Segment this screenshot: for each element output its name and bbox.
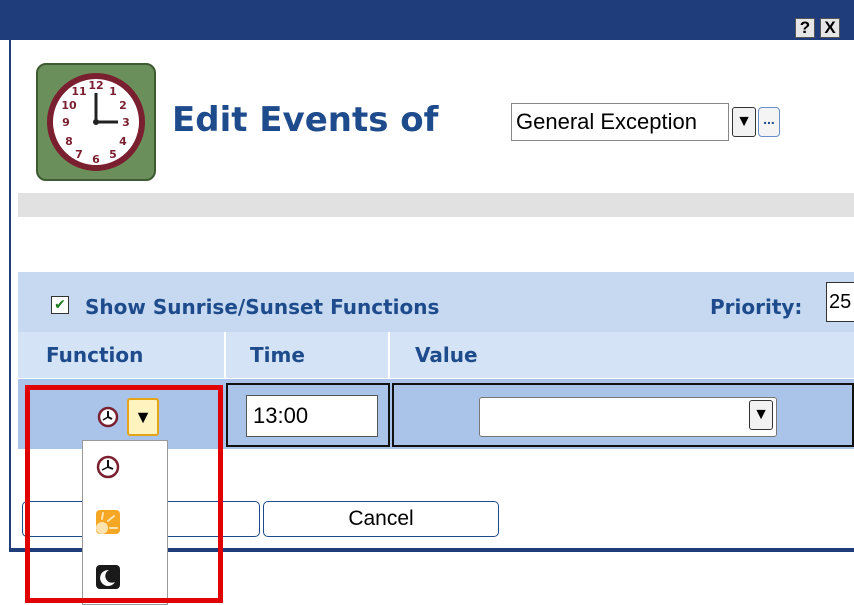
svg-text:7: 7 bbox=[75, 148, 83, 161]
toolbar-strip bbox=[18, 193, 854, 217]
svg-text:5: 5 bbox=[109, 148, 117, 161]
chevron-down-icon: ▼ bbox=[753, 406, 769, 423]
svg-text:2: 2 bbox=[119, 99, 127, 112]
column-divider bbox=[388, 332, 390, 378]
show-sun-functions-label[interactable]: Show Sunrise/Sunset Functions bbox=[85, 295, 439, 319]
svg-text:10: 10 bbox=[61, 99, 77, 112]
chevron-down-icon: ▼ bbox=[736, 113, 752, 130]
svg-text:1: 1 bbox=[109, 85, 117, 98]
svg-text:9: 9 bbox=[62, 116, 70, 129]
calendar-select[interactable]: General Exception bbox=[511, 103, 729, 141]
svg-text:4: 4 bbox=[119, 135, 127, 148]
show-sun-functions-checkbox[interactable]: ✔ bbox=[51, 296, 69, 314]
help-button[interactable]: ? bbox=[795, 18, 815, 38]
column-header-time: Time bbox=[250, 343, 305, 367]
dialog-title-bar bbox=[0, 0, 854, 40]
page-title: Edit Events of bbox=[172, 100, 439, 140]
column-header-function: Function bbox=[46, 343, 144, 367]
svg-text:12: 12 bbox=[88, 79, 103, 92]
column-header-value: Value bbox=[415, 343, 478, 367]
highlight-frame bbox=[25, 385, 223, 603]
clock-face-icon: 12 3 6 9 1 2 4 5 7 8 10 11 bbox=[47, 73, 145, 171]
value-dropdown-button[interactable]: ▼ bbox=[749, 400, 773, 430]
time-input[interactable]: 13:00 bbox=[246, 395, 378, 437]
calendar-dropdown-button[interactable]: ▼ bbox=[732, 107, 756, 137]
clock-logo: 12 3 6 9 1 2 4 5 7 8 10 11 bbox=[36, 63, 156, 181]
svg-text:3: 3 bbox=[122, 116, 130, 129]
value-select[interactable] bbox=[479, 397, 777, 437]
more-options-button[interactable]: ... bbox=[758, 107, 780, 137]
cancel-button[interactable]: Cancel bbox=[263, 501, 499, 537]
svg-text:8: 8 bbox=[65, 135, 73, 148]
priority-label: Priority: bbox=[710, 295, 803, 319]
svg-text:6: 6 bbox=[92, 153, 100, 166]
close-button[interactable]: X bbox=[820, 18, 840, 38]
priority-input[interactable]: 25 bbox=[826, 282, 854, 322]
svg-text:11: 11 bbox=[71, 85, 86, 98]
column-divider bbox=[224, 332, 226, 378]
